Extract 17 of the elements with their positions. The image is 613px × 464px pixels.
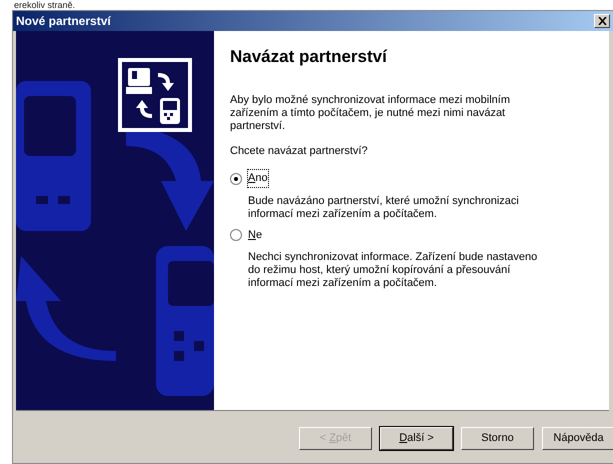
radio-button[interactable] xyxy=(230,172,242,185)
close-button[interactable] xyxy=(594,14,610,28)
window-title: Nové partnerství xyxy=(16,13,111,30)
option-label[interactable]: Ano xyxy=(248,170,268,187)
wizard-button[interactable]: Další > xyxy=(380,427,453,450)
intro-text: Aby bylo možné synchronizovat informace mezi mobilním zařízením a tímto počítačem, je nutné mezi nimi navázat partnerství. xyxy=(230,94,512,134)
option-label[interactable]: Ne xyxy=(248,226,262,244)
page-heading: Navázat partnerství xyxy=(230,47,388,68)
radio-button[interactable] xyxy=(230,229,242,242)
sync-icon xyxy=(118,58,192,132)
option-description: Bude navázáno partnerství, které umožní synchronizaci informací mezi zařízením a počítačem. xyxy=(248,194,520,221)
wizard-button[interactable]: Nápověda xyxy=(542,427,613,450)
page-text: erekoliv straně. xyxy=(13,0,76,10)
option-description: Nechci synchronizovat informace. Zařízení bude nastaveno do režimu host, který umožní kopírování a přesouvání informací mezi zařízením a počítačem. xyxy=(248,251,538,290)
wizard-button[interactable]: Storno xyxy=(461,427,534,450)
close-icon xyxy=(598,17,606,25)
question-text: Chcete navázat partnerství? xyxy=(230,145,369,158)
